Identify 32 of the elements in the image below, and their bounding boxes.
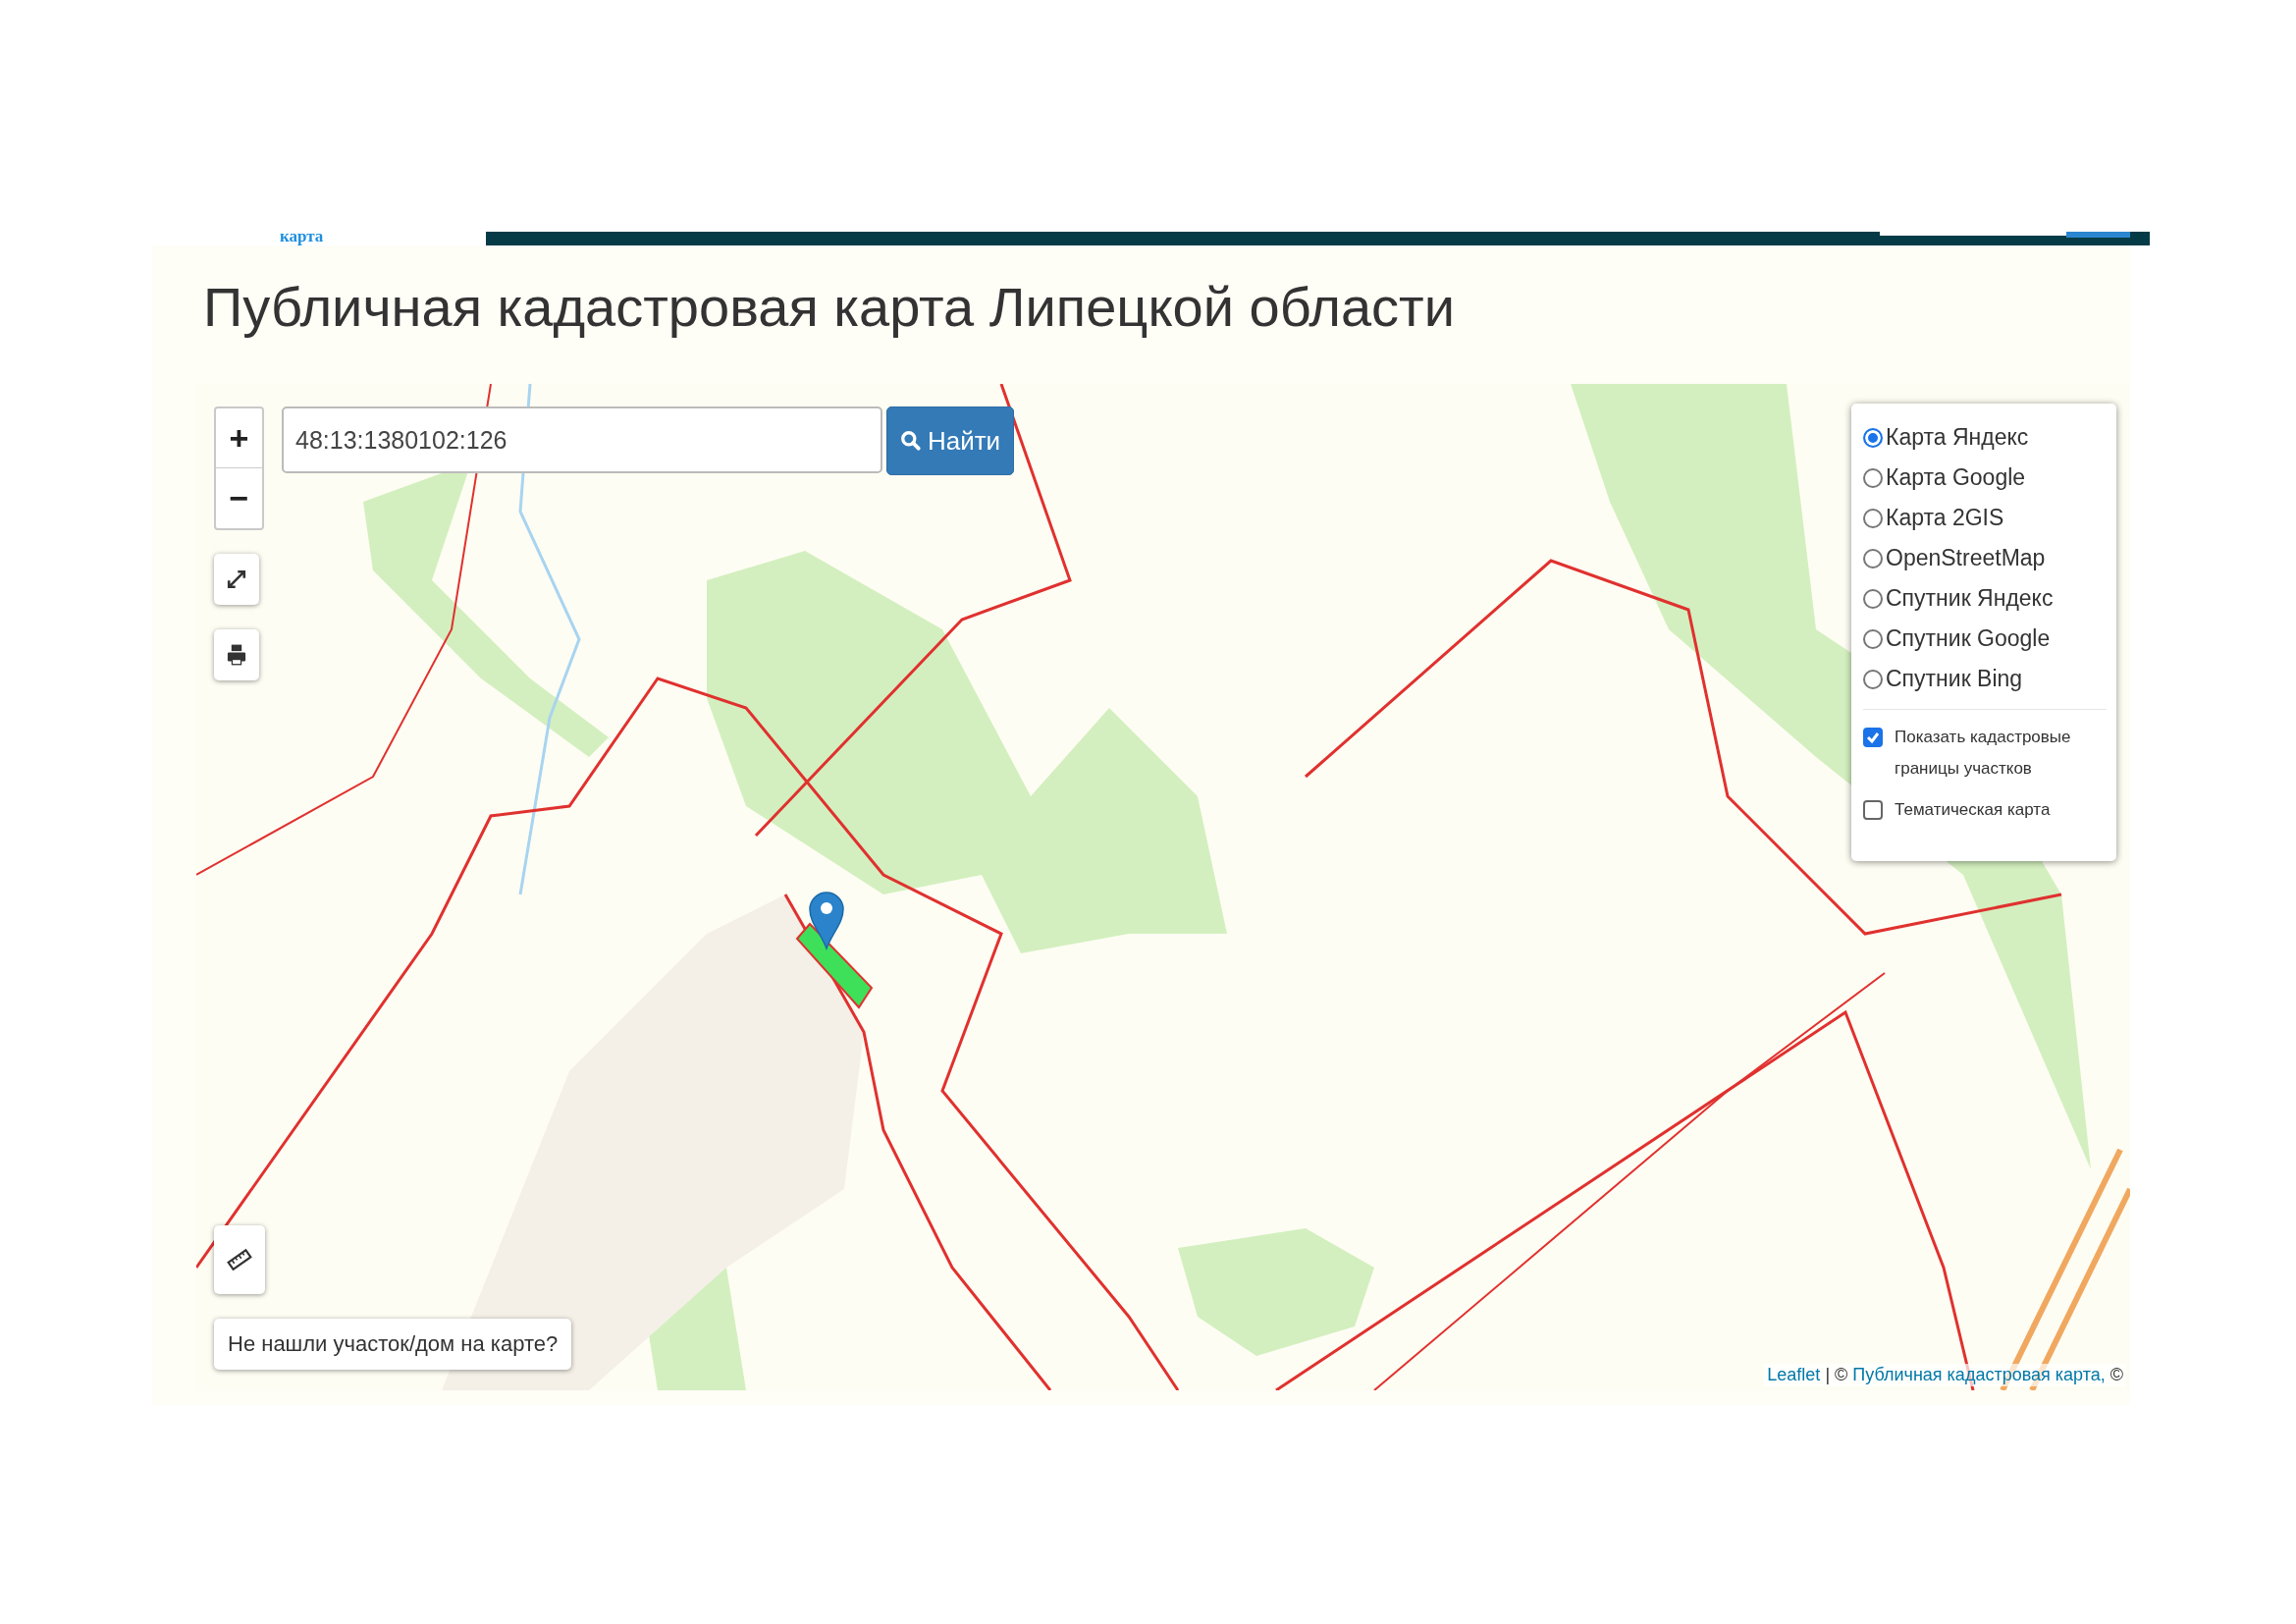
- radio-button[interactable]: [1863, 669, 1883, 689]
- page-title: Публичная кадастровая карта Липецкой области: [203, 275, 1456, 340]
- layer-label: Спутник Яндекс: [1886, 585, 2054, 612]
- layer-label: OpenStreetMap: [1886, 545, 2046, 571]
- layer-label: Спутник Google: [1886, 625, 2051, 652]
- layer-label: Карта Google: [1886, 464, 2026, 491]
- map-marker-icon: [807, 890, 846, 950]
- attribution-link[interactable]: Публичная кадастровая карта,: [1852, 1365, 2106, 1385]
- layer-label: Спутник Bing: [1886, 666, 2023, 692]
- fullscreen-button[interactable]: [214, 554, 259, 605]
- ruler-icon: [227, 1247, 252, 1272]
- radio-button[interactable]: [1863, 467, 1883, 488]
- attribution-link[interactable]: Leaflet: [1767, 1365, 1821, 1385]
- radio-button[interactable]: [1863, 427, 1883, 448]
- layer-label: Карта Яндекс: [1886, 424, 2029, 451]
- checkbox[interactable]: [1863, 728, 1883, 747]
- overlay-label: Тематическая карта: [1895, 799, 2051, 821]
- checkbox[interactable]: [1863, 800, 1883, 820]
- attribution-text: ©: [2109, 1365, 2123, 1385]
- search-icon: [899, 430, 922, 452]
- overlay-label: Показать кадастровые границы участков: [1895, 727, 2072, 780]
- not-found-button[interactable]: Не нашли участок/дом на карте?: [214, 1319, 572, 1370]
- measure-button[interactable]: [214, 1225, 265, 1294]
- search-button[interactable]: Найти: [886, 406, 1014, 475]
- radio-button[interactable]: [1863, 628, 1883, 649]
- search-field[interactable]: 48:13:1380102:126: [282, 406, 882, 473]
- print-button[interactable]: [214, 629, 259, 680]
- radio-button[interactable]: [1863, 508, 1883, 528]
- radio-button[interactable]: [1863, 588, 1883, 609]
- radio-button[interactable]: [1863, 548, 1883, 568]
- layer-label: Карта 2GIS: [1886, 505, 2004, 531]
- attribution-text: | ©: [1825, 1365, 1848, 1385]
